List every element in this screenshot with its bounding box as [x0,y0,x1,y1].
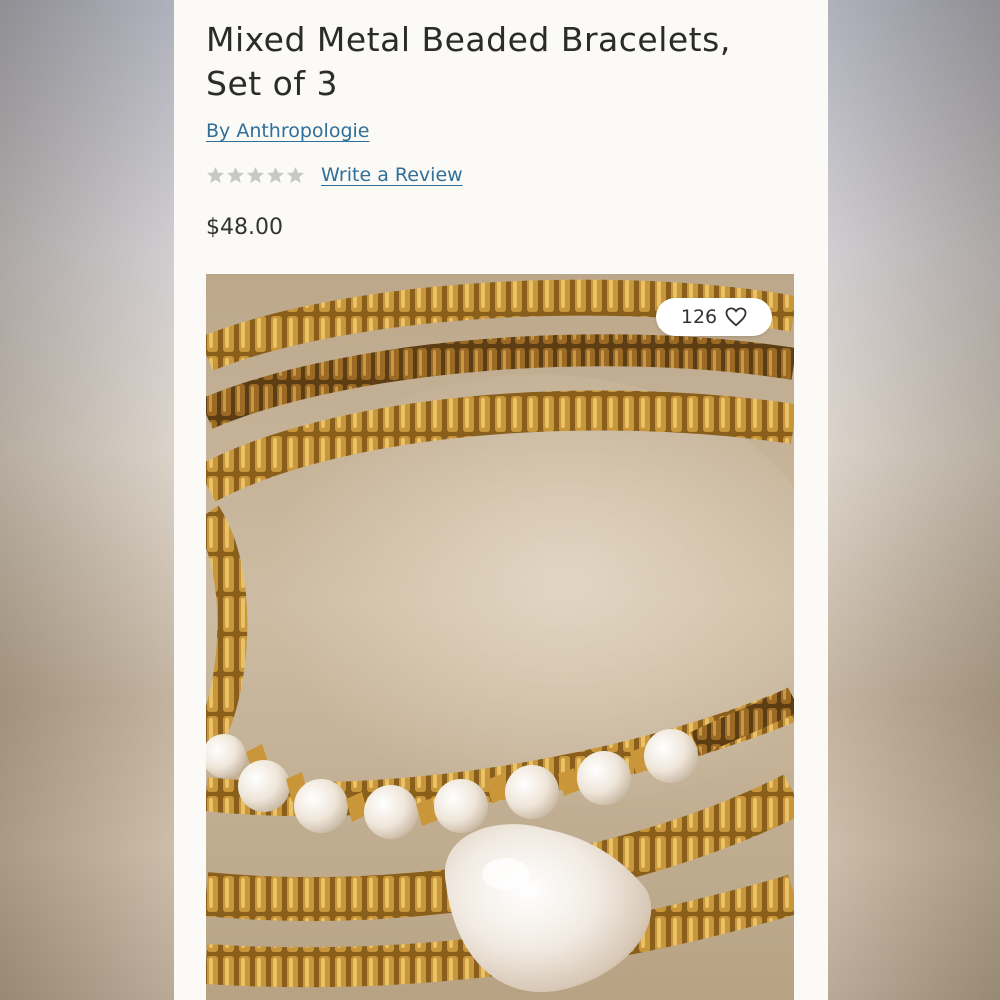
star-rating[interactable] [206,166,305,185]
star-icon [226,166,245,183]
bracelet-photo [206,274,794,1000]
product-image[interactable]: 126 [206,274,794,1000]
product-panel: Mixed Metal Beaded Bracelets, Set of 3 B… [174,0,828,1000]
star-icon [246,166,265,183]
star-icon [286,166,305,183]
like-count: 126 [680,306,718,328]
product-title: Mixed Metal Beaded Bracelets, Set of 3 [206,20,731,103]
like-button[interactable]: 126 [656,298,772,336]
background-left [0,0,174,1000]
heart-outline-icon [725,307,747,327]
star-icon [206,166,225,183]
product-price: $48.00 [206,215,283,240]
rating-row: Write a Review [206,164,463,186]
brand-link[interactable]: By Anthropologie [206,120,370,142]
star-icon [266,166,285,183]
background-right [828,0,1000,1000]
write-review-link[interactable]: Write a Review [321,164,463,186]
